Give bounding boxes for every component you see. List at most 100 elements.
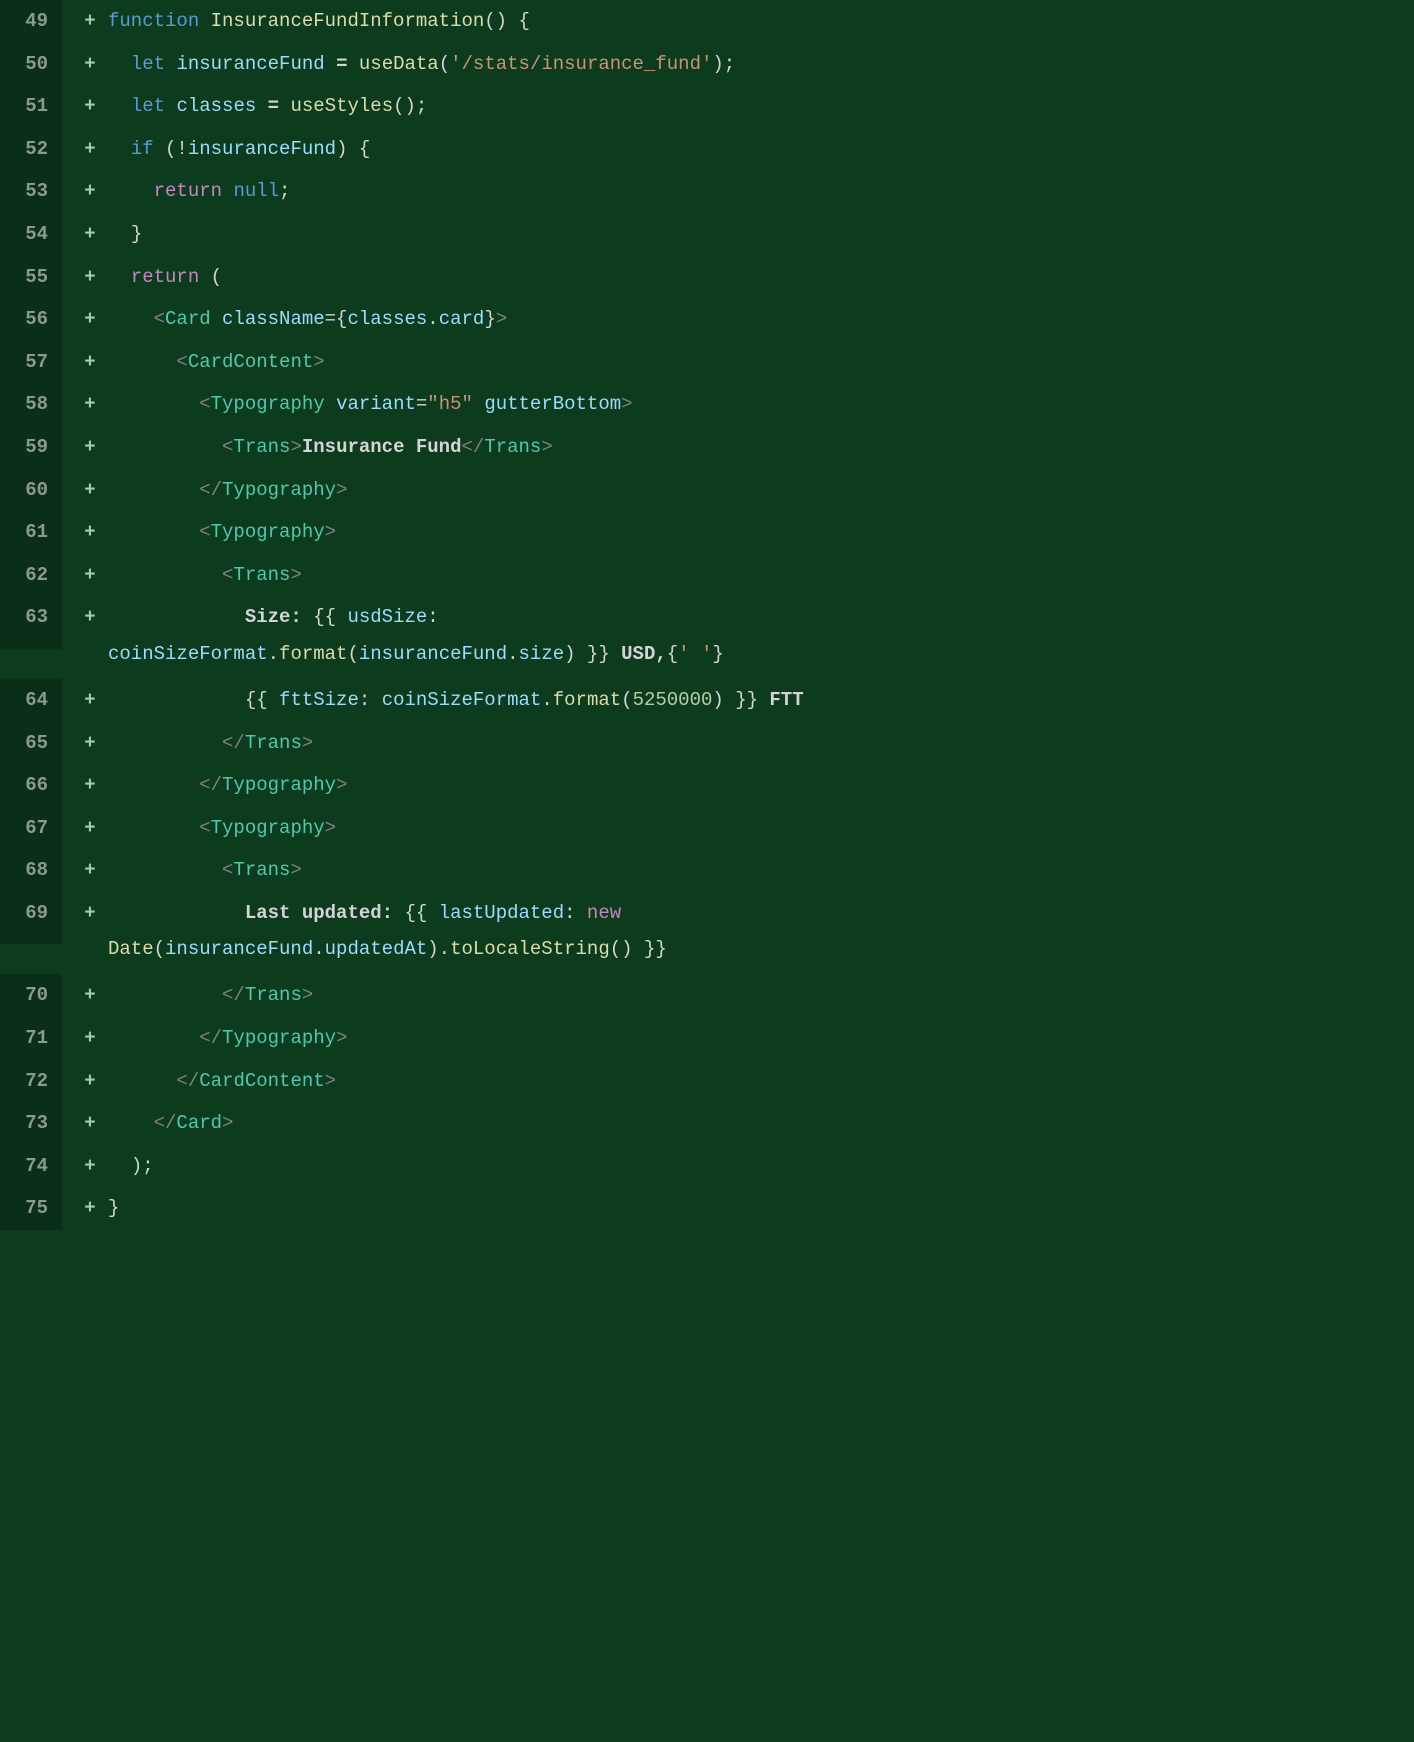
code-content[interactable]: <Typography>: [104, 807, 1414, 850]
code-content[interactable]: <CardContent>: [104, 341, 1414, 384]
code-content[interactable]: return null;: [104, 170, 1414, 213]
diff-marker-added: +: [76, 256, 104, 299]
code-token: Trans: [233, 564, 290, 586]
code-token: ();: [393, 95, 427, 117]
code-content[interactable]: {{ fttSize: coinSizeFormat.format(525000…: [104, 679, 1414, 722]
code-token: variant: [336, 393, 416, 415]
code-content[interactable]: function InsuranceFundInformation() {: [104, 0, 1414, 43]
code-token: usdSize: [347, 606, 427, 628]
code-token: ;: [279, 180, 290, 202]
code-token: (: [211, 266, 222, 288]
code-content[interactable]: </Trans>: [104, 974, 1414, 1017]
diff-line-continuation[interactable]: +Date(insuranceFund.updatedAt).toLocaleS…: [0, 934, 1414, 974]
code-token: <: [222, 564, 233, 586]
code-content[interactable]: }: [104, 1187, 1414, 1230]
code-content[interactable]: coinSizeFormat.format(insuranceFund.size…: [104, 639, 1414, 676]
code-token: .: [541, 689, 552, 711]
code-content[interactable]: Last updated: {{ lastUpdated: new: [104, 892, 1414, 935]
code-content[interactable]: let classes = useStyles();: [104, 85, 1414, 128]
diff-line[interactable]: 58+ <Typography variant="h5" gutterBotto…: [0, 383, 1414, 426]
code-content[interactable]: }: [104, 213, 1414, 256]
diff-line[interactable]: 73+ </Card>: [0, 1102, 1414, 1145]
diff-line[interactable]: 75+}: [0, 1187, 1414, 1230]
code-token: (!: [165, 138, 188, 160]
code-token: {{: [404, 902, 438, 924]
diff-line[interactable]: 72+ </CardContent>: [0, 1060, 1414, 1103]
code-token: <: [176, 351, 187, 373]
code-token: classes: [176, 95, 256, 117]
code-content[interactable]: Size: {{ usdSize:: [104, 596, 1414, 639]
diff-line[interactable]: 53+ return null;: [0, 170, 1414, 213]
code-content[interactable]: </CardContent>: [104, 1060, 1414, 1103]
code-content[interactable]: let insuranceFund = useData('/stats/insu…: [104, 43, 1414, 86]
code-token: </: [154, 1112, 177, 1134]
line-number: [0, 639, 62, 649]
line-number: 51: [0, 85, 62, 128]
line-number: 72: [0, 1060, 62, 1103]
diff-line[interactable]: 70+ </Trans>: [0, 974, 1414, 1017]
code-content[interactable]: Date(insuranceFund.updatedAt).toLocaleSt…: [104, 934, 1414, 971]
code-token: </: [199, 1027, 222, 1049]
code-token: useStyles: [290, 95, 393, 117]
code-token: >: [325, 521, 336, 543]
code-token: if: [131, 138, 154, 160]
diff-line[interactable]: 63+ Size: {{ usdSize:: [0, 596, 1414, 639]
diff-line[interactable]: 64+ {{ fttSize: coinSizeFormat.format(52…: [0, 679, 1414, 722]
code-content[interactable]: <Typography variant="h5" gutterBottom>: [104, 383, 1414, 426]
code-token: Trans: [233, 436, 290, 458]
diff-line[interactable]: 65+ </Trans>: [0, 722, 1414, 765]
code-token: </: [199, 774, 222, 796]
line-number: 75: [0, 1187, 62, 1230]
code-token: let: [131, 53, 165, 75]
code-content[interactable]: if (!insuranceFund) {: [104, 128, 1414, 171]
code-content[interactable]: </Typography>: [104, 469, 1414, 512]
code-token: Typography: [211, 817, 325, 839]
diff-marker-added: +: [76, 1017, 104, 1060]
code-token: size: [519, 643, 565, 665]
diff-line[interactable]: 60+ </Typography>: [0, 469, 1414, 512]
diff-line[interactable]: 57+ <CardContent>: [0, 341, 1414, 384]
diff-line[interactable]: 62+ <Trans>: [0, 554, 1414, 597]
code-content[interactable]: <Typography>: [104, 511, 1414, 554]
line-number: 73: [0, 1102, 62, 1145]
diff-line[interactable]: 59+ <Trans>Insurance Fund</Trans>: [0, 426, 1414, 469]
diff-line[interactable]: 55+ return (: [0, 256, 1414, 299]
code-token: Date: [108, 938, 154, 960]
diff-line[interactable]: 71 + </Typography>: [0, 1017, 1414, 1060]
code-token: function: [108, 10, 199, 32]
diff-line[interactable]: 50+ let insuranceFund = useData('/stats/…: [0, 43, 1414, 86]
code-content[interactable]: </Trans>: [104, 722, 1414, 765]
code-token: </: [222, 984, 245, 1006]
code-content[interactable]: <Trans>: [104, 554, 1414, 597]
code-content[interactable]: );: [104, 1145, 1414, 1188]
diff-line[interactable]: 52+ if (!insuranceFund) {: [0, 128, 1414, 171]
code-token: insuranceFund: [359, 643, 507, 665]
diff-line[interactable]: 66+ </Typography>: [0, 764, 1414, 807]
diff-line[interactable]: 74+ );: [0, 1145, 1414, 1188]
code-content[interactable]: </Typography>: [104, 1017, 1414, 1060]
diff-line[interactable]: 61+ <Typography>: [0, 511, 1414, 554]
code-token: >: [302, 984, 313, 1006]
diff-line[interactable]: 69+ Last updated: {{ lastUpdated: new: [0, 892, 1414, 935]
code-content[interactable]: <Card className={classes.card}>: [104, 298, 1414, 341]
line-number: 61: [0, 511, 62, 554]
diff-line-continuation[interactable]: +coinSizeFormat.format(insuranceFund.siz…: [0, 639, 1414, 679]
code-token: {: [359, 138, 370, 160]
code-content[interactable]: return (: [104, 256, 1414, 299]
code-token: [199, 266, 210, 288]
diff-line[interactable]: 68+ <Trans>: [0, 849, 1414, 892]
code-content[interactable]: </Typography>: [104, 764, 1414, 807]
code-token: [347, 138, 358, 160]
code-token: >: [541, 436, 552, 458]
line-number: 71: [0, 1017, 62, 1060]
diff-line[interactable]: 49+function InsuranceFundInformation() {: [0, 0, 1414, 43]
code-token: <: [199, 817, 210, 839]
diff-line[interactable]: 67+ <Typography>: [0, 807, 1414, 850]
diff-line[interactable]: 54+ }: [0, 213, 1414, 256]
diff-line[interactable]: 56+ <Card className={classes.card}>: [0, 298, 1414, 341]
code-content[interactable]: </Card>: [104, 1102, 1414, 1145]
diff-line[interactable]: 51+ let classes = useStyles();: [0, 85, 1414, 128]
code-content[interactable]: <Trans>: [104, 849, 1414, 892]
code-content[interactable]: <Trans>Insurance Fund</Trans>: [104, 426, 1414, 469]
diff-marker-added: +: [76, 892, 104, 935]
